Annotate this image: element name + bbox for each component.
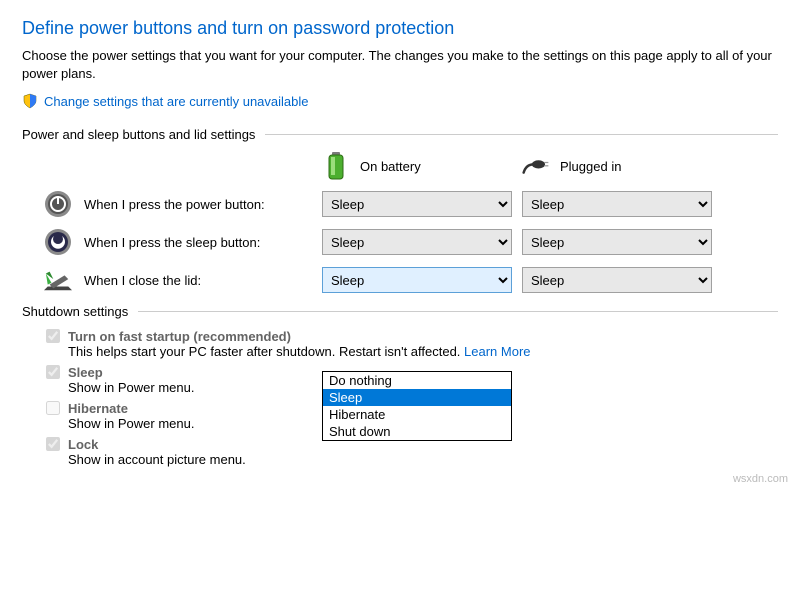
checkbox-input[interactable] — [46, 329, 60, 343]
dropdown-option[interactable]: Do nothing — [323, 372, 511, 389]
sleep-plugged-select[interactable]: Sleep — [522, 229, 712, 255]
sleep-icon — [44, 228, 72, 256]
lid-battery-select[interactable]: Sleep — [322, 267, 512, 293]
learn-more-link[interactable]: Learn More — [464, 344, 530, 359]
group-power-sleep-lid: Power and sleep buttons and lid settings — [22, 127, 778, 142]
power-plugged-select[interactable]: Sleep — [522, 191, 712, 217]
checkbox-input[interactable] — [46, 437, 60, 451]
row-close-lid: When I close the lid: Sleep Sleep — [22, 266, 778, 294]
row-label-text: When I press the power button: — [84, 197, 265, 212]
group-title: Power and sleep buttons and lid settings — [22, 127, 255, 142]
column-label: On battery — [360, 159, 421, 174]
group-shutdown-settings: Shutdown settings — [22, 304, 778, 319]
column-on-battery: On battery — [322, 152, 522, 180]
dropdown-option[interactable]: Hibernate — [323, 406, 511, 423]
sleep-battery-select[interactable]: Sleep — [322, 229, 512, 255]
watermark: wsxdn.com — [733, 473, 788, 485]
checkbox-label: Lock — [68, 437, 98, 452]
shield-icon — [22, 93, 38, 109]
row-label-text: When I close the lid: — [84, 273, 201, 288]
power-battery-select[interactable]: Sleep — [322, 191, 512, 217]
checkbox-label: Turn on fast startup (recommended) — [68, 329, 291, 344]
row-sleep-button: When I press the sleep button: Sleep Sle… — [22, 228, 778, 256]
power-icon — [44, 190, 72, 218]
row-power-button: When I press the power button: Sleep Sle… — [22, 190, 778, 218]
lid-icon — [44, 266, 72, 294]
fast-startup-checkbox[interactable]: Turn on fast startup (recommended) — [46, 329, 778, 344]
row-label-text: When I press the sleep button: — [84, 235, 260, 250]
change-settings-link[interactable]: Change settings that are currently unava… — [44, 94, 309, 109]
checkbox-input[interactable] — [46, 401, 60, 415]
divider — [265, 134, 778, 135]
page-description: Choose the power settings that you want … — [22, 47, 778, 83]
lid-plugged-select[interactable]: Sleep — [522, 267, 712, 293]
lid-battery-dropdown[interactable]: Do nothing Sleep Hibernate Shut down — [322, 371, 512, 441]
page-title: Define power buttons and turn on passwor… — [22, 18, 778, 39]
checkbox-label: Hibernate — [68, 401, 128, 416]
column-plugged-in: Plugged in — [522, 152, 722, 180]
fast-startup-desc: This helps start your PC faster after sh… — [68, 344, 778, 359]
lock-desc: Show in account picture menu. — [68, 452, 778, 467]
dropdown-option[interactable]: Sleep — [323, 389, 511, 406]
battery-icon — [322, 152, 350, 180]
plug-icon — [522, 152, 550, 180]
column-label: Plugged in — [560, 159, 621, 174]
dropdown-option[interactable]: Shut down — [323, 423, 511, 440]
checkbox-label: Sleep — [68, 365, 103, 380]
divider — [138, 311, 778, 312]
checkbox-input[interactable] — [46, 365, 60, 379]
group-title: Shutdown settings — [22, 304, 128, 319]
